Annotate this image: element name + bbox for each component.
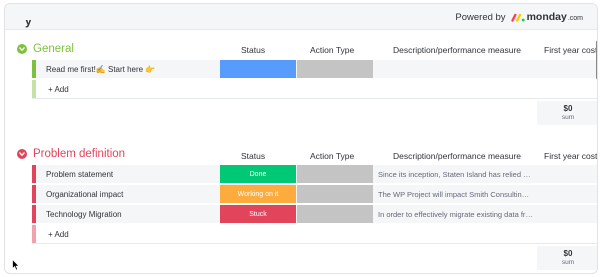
- add-row-color-bar: [32, 225, 36, 243]
- table-row[interactable]: Problem statement Done Since its incepti…: [32, 165, 597, 184]
- description-text: Since its inception, Staten Island has r…: [378, 170, 533, 179]
- description-cell[interactable]: In order to effectively migrate existing…: [374, 205, 597, 223]
- board-title-cutoff: y: [25, 20, 165, 30]
- group-title[interactable]: General: [33, 43, 74, 55]
- column-header-description[interactable]: Description/performance measure: [393, 151, 521, 161]
- description-text: The WP Project will impact Smith Consult…: [378, 190, 533, 199]
- column-header-first-year-costs[interactable]: First year costs: [544, 45, 597, 55]
- column-header-status[interactable]: Status: [241, 45, 265, 55]
- table-row[interactable]: Technology Migration Stuck In order to e…: [32, 205, 597, 224]
- powered-by-text: Powered by: [455, 11, 506, 23]
- chevron-down-icon[interactable]: [17, 149, 27, 159]
- row-color-bar: [32, 185, 36, 203]
- sum-cell: $0 sum: [537, 246, 597, 270]
- sum-cell: $0 sum: [537, 101, 597, 125]
- item-name[interactable]: Read me first!✍ Start here 👉: [46, 65, 155, 74]
- brand-suffix: .com: [567, 14, 583, 22]
- sum-label: sum: [561, 114, 575, 121]
- status-cell[interactable]: Done: [220, 165, 296, 183]
- description-cell[interactable]: The WP Project will impact Smith Consult…: [374, 185, 597, 203]
- powered-by-badge[interactable]: Powered by monday .com: [455, 11, 583, 23]
- status-cell[interactable]: Working on it: [220, 185, 296, 203]
- item-name[interactable]: Organizational impact: [46, 190, 123, 199]
- vertical-scrollbar[interactable]: [596, 40, 597, 80]
- column-header-action-type[interactable]: Action Type: [310, 151, 354, 161]
- group-header-problem-definition[interactable]: Problem definition: [17, 145, 125, 163]
- action-type-cell[interactable]: [297, 60, 373, 78]
- column-header-description[interactable]: Description/performance measure: [393, 45, 521, 55]
- item-name[interactable]: Technology Migration: [46, 210, 122, 219]
- sum-label: sum: [561, 259, 575, 266]
- chevron-down-icon[interactable]: [17, 44, 27, 54]
- group-header-general[interactable]: General: [17, 40, 74, 58]
- row-color-bar: [32, 205, 36, 223]
- add-item-row[interactable]: + Add: [32, 80, 597, 99]
- row-color-bar: [32, 60, 36, 78]
- action-type-cell[interactable]: [297, 205, 373, 223]
- action-type-cell[interactable]: [297, 185, 373, 203]
- description-text: In order to effectively migrate existing…: [378, 210, 533, 219]
- status-cell[interactable]: Stuck: [220, 205, 296, 223]
- action-type-cell[interactable]: [297, 165, 373, 183]
- column-header-status[interactable]: Status: [241, 151, 265, 161]
- table-row[interactable]: Organizational impact Working on it The …: [32, 185, 597, 204]
- brand-name: monday: [526, 11, 567, 23]
- group-title[interactable]: Problem definition: [33, 148, 125, 160]
- monday-logo-icon: [510, 13, 525, 22]
- item-name[interactable]: Problem statement: [46, 170, 113, 179]
- row-color-bar: [32, 165, 36, 183]
- description-cell[interactable]: [374, 60, 597, 78]
- board-frame: Powered by monday .com y General Status …: [4, 3, 598, 274]
- mouse-cursor-icon: [12, 258, 20, 276]
- add-item-row[interactable]: + Add: [32, 225, 597, 244]
- description-cell[interactable]: Since its inception, Staten Island has r…: [374, 165, 597, 183]
- sum-value: $0: [563, 104, 573, 113]
- sum-value: $0: [563, 249, 573, 258]
- column-header-first-year-costs[interactable]: First year costs: [544, 151, 597, 161]
- table-row[interactable]: Read me first!✍ Start here 👉: [32, 60, 597, 79]
- add-row-color-bar: [32, 80, 36, 98]
- add-item-button[interactable]: + Add: [48, 230, 69, 239]
- add-item-button[interactable]: + Add: [48, 85, 69, 94]
- column-header-action-type[interactable]: Action Type: [310, 45, 354, 55]
- board-title-text: y: [25, 20, 32, 28]
- status-cell[interactable]: [220, 60, 296, 78]
